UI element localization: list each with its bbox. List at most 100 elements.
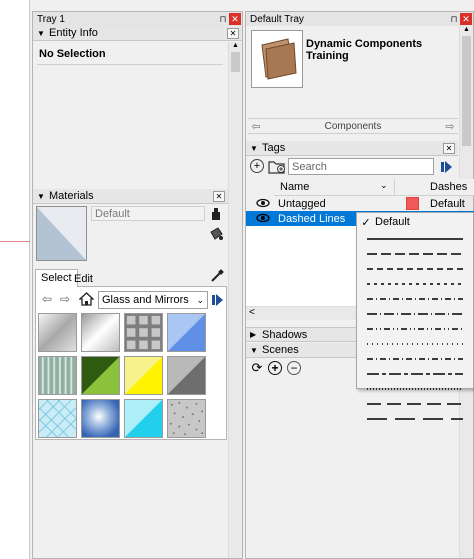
dash-pattern-sample [367,342,463,345]
entity-info-title: Entity Info [49,27,98,39]
materials-title: Materials [49,190,94,202]
back-arrow-icon[interactable]: ⇦ [41,292,53,306]
dash-pattern-sample [367,372,463,375]
close-panel-icon[interactable]: ✕ [227,27,239,39]
create-material-icon[interactable] [209,207,223,221]
dash-pattern-sample [367,312,463,315]
paint-bucket-icon[interactable] [208,225,224,241]
dash-option-dot[interactable] [357,336,473,351]
details-arrow-icon[interactable] [211,292,225,308]
remove-scene-icon[interactable]: − [287,361,301,375]
material-swatch[interactable] [81,399,120,438]
collapse-triangle-icon: ▼ [37,191,45,201]
refresh-icon[interactable]: ⟳ [250,360,264,375]
material-preview [36,206,87,261]
material-swatch[interactable] [167,399,206,438]
dash-option-dash-dot[interactable] [357,291,473,306]
material-swatch[interactable] [167,356,206,395]
column-name[interactable]: Name [280,181,309,193]
dash-option-sparse-long[interactable] [357,411,473,426]
pin-icon[interactable]: ⊓ [448,13,460,25]
dash-option-dash[interactable] [357,261,473,276]
home-icon[interactable] [78,291,94,307]
tag-name: Dashed Lines [278,213,346,225]
material-swatch[interactable] [38,399,77,438]
tag-row[interactable]: Untagged Default [246,196,474,211]
material-swatch[interactable] [38,356,77,395]
material-swatch[interactable] [124,399,163,438]
dash-pattern-sample [367,357,463,360]
dash-option-long-dash-dash[interactable] [357,366,473,381]
tray-scrollbar[interactable]: ▲ [228,42,242,558]
add-folder-icon[interactable] [268,158,286,174]
tag-color-swatch[interactable] [406,197,419,210]
scroll-up-icon[interactable]: ▲ [460,26,473,36]
library-select[interactable]: Glass and Mirrors ⌄ [98,291,208,309]
column-dashes[interactable]: Dashes [430,181,467,193]
scenes-toolbar: ⟳ + − [246,360,356,378]
dash-pattern-sample [367,252,463,255]
material-swatch[interactable] [38,313,77,352]
dash-option-dash-dot-dot[interactable] [357,321,473,336]
details-arrow-icon[interactable] [440,159,454,174]
pin-icon[interactable]: ⊓ [217,13,229,25]
scroll-thumb[interactable] [231,52,240,72]
dash-pattern-sample [367,402,463,405]
close-panel-icon[interactable]: ✕ [213,190,225,202]
dash-pattern-sample [367,282,463,285]
scroll-thumb[interactable] [462,36,471,146]
forward-arrow-icon[interactable]: ⇨ [442,120,458,133]
model-canvas[interactable] [0,0,30,559]
material-name-field[interactable]: Default [91,206,205,221]
dash-pattern-sample [367,267,463,270]
scenes-header[interactable]: ▼ Scenes [246,343,356,358]
add-scene-icon[interactable]: + [268,361,282,375]
dash-option-long-dash-dot[interactable] [357,306,473,321]
material-swatch[interactable] [81,313,120,352]
close-icon[interactable]: ✕ [229,13,241,25]
dash-option-dense-dot[interactable] [357,381,473,396]
dash-option-dash-dot[interactable] [357,351,473,366]
material-swatch[interactable] [124,356,163,395]
dash-option-default[interactable]: ✓ Default [357,213,473,231]
shadows-title: Shadows [262,328,308,341]
materials-header[interactable]: ▼ Materials ✕ [33,189,228,204]
close-icon[interactable]: ✕ [460,13,472,25]
material-swatch[interactable] [167,313,206,352]
component-title: Dynamic Components Training [306,38,423,62]
back-arrow-icon[interactable]: ⇦ [248,120,264,133]
shadows-header[interactable]: ▶ Shadows [246,327,356,342]
material-swatch[interactable] [81,356,120,395]
chevron-down-icon[interactable]: ⌄ [380,180,388,191]
collapse-triangle-icon: ▼ [250,345,258,355]
folder-icon [261,38,297,80]
tags-hscrollbar[interactable]: < [246,306,356,320]
tag-dash-value[interactable]: Default [430,198,465,210]
components-nav: ⇦ Components ⇨ [248,118,458,134]
tags-search-input[interactable]: Search [288,158,434,175]
dash-option-short-dash[interactable] [357,276,473,291]
entity-info-header[interactable]: ▼ Entity Info ✕ [33,26,242,41]
eyedropper-icon[interactable] [209,268,225,284]
add-tag-icon[interactable]: + [250,159,264,173]
tray-1: Tray 1 ⊓ ✕ ▼ Entity Info ✕ No Selection … [32,11,243,559]
eye-icon[interactable] [256,198,270,211]
tags-search-placeholder: Search [292,160,327,173]
component-thumbnail[interactable] [251,30,303,88]
entity-info-value: No Selection [39,48,106,60]
scroll-up-icon[interactable]: ▲ [229,42,242,52]
close-panel-icon[interactable]: ✕ [443,142,455,154]
scroll-left-icon[interactable]: < [249,307,255,318]
tray-1-titlebar[interactable]: Tray 1 ⊓ ✕ [33,12,242,26]
material-swatch[interactable] [124,313,163,352]
scenes-title: Scenes [262,344,299,356]
tab-edit[interactable]: Edit [69,271,98,287]
forward-arrow-icon[interactable]: ⇨ [59,292,71,306]
dash-option-long-dash-gap[interactable] [357,396,473,411]
dash-option-long-dash[interactable] [357,246,473,261]
expand-triangle-icon: ▶ [250,330,257,339]
eye-icon[interactable] [256,213,270,226]
dash-option-solid[interactable] [357,231,473,246]
default-tray-titlebar[interactable]: Default Tray ⊓ ✕ [246,12,473,26]
tags-header[interactable]: ▼ Tags ✕ [246,141,458,156]
